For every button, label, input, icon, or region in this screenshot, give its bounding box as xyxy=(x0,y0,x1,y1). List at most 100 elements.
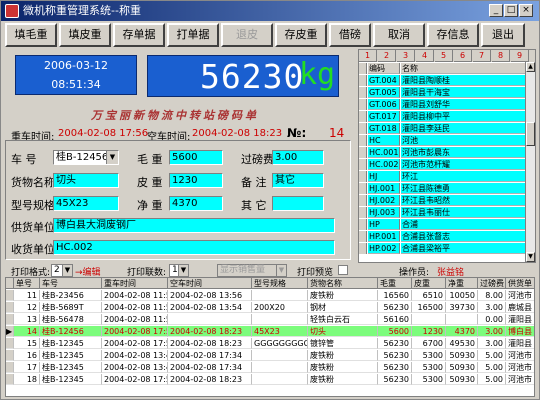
grid-scrollbar[interactable]: ▲ ▼ xyxy=(525,62,535,262)
weight-unit: kg xyxy=(299,57,336,92)
save-info-button[interactable]: 存信息 xyxy=(427,23,479,47)
cargo-field[interactable]: 切头 xyxy=(53,173,119,188)
grid-row[interactable]: GT.006 灌阳县刘舒华 xyxy=(359,99,525,110)
return-tare-button[interactable]: 退皮 xyxy=(221,23,273,47)
scroll-up-icon[interactable]: ▲ xyxy=(526,62,535,72)
table-header-cell[interactable]: 重车时间 xyxy=(102,278,168,289)
table-header-cell[interactable]: 单号 xyxy=(14,278,40,289)
printer-select[interactable]: 显示销售量 ▼ xyxy=(217,264,287,277)
grid-row[interactable]: HC.001 河池市彭晨东 xyxy=(359,147,525,158)
supplier-field[interactable]: 博白县大洞废钢厂 xyxy=(53,218,335,233)
save-tare-button[interactable]: 存皮重 xyxy=(275,23,327,47)
row-indicator xyxy=(359,207,367,218)
grid-row[interactable]: HC.002 河池市范杆耀 xyxy=(359,159,525,170)
close-button[interactable]: × xyxy=(519,4,533,17)
table-header-cell[interactable]: 皮重 xyxy=(412,278,446,289)
chevron-down-icon[interactable]: ▼ xyxy=(62,265,72,276)
print-preview-checkbox[interactable] xyxy=(338,265,348,275)
print-format-select[interactable]: 2 ▼ xyxy=(51,264,73,277)
table-row[interactable]: 15桂B-123452004-02-08 17:562004-02-08 18:… xyxy=(6,338,534,349)
grid-row[interactable]: HJ.002 环江县韦昭然 xyxy=(359,195,525,206)
table-header-cell[interactable]: 净重 xyxy=(446,278,478,289)
chevron-down-icon[interactable]: ▼ xyxy=(276,265,286,276)
print-copies-select[interactable]: 1 ▼ xyxy=(169,264,189,277)
table-cell xyxy=(252,290,308,301)
table-row[interactable]: 13桂B-564782004-02-08 11:54 轻铁白云石56160 0.00… xyxy=(6,314,534,325)
table-row[interactable]: 12桂B-5689T2004-02-08 11:562004-02-08 13:… xyxy=(6,302,534,313)
grid-cell-name: 环江 xyxy=(401,171,525,182)
table-cell: 50930 xyxy=(446,374,478,385)
table-cell: 桂B-12345 xyxy=(40,362,102,373)
grid-row[interactable]: GT.018 灌阳县李廷民 xyxy=(359,123,525,134)
table-cell: 5.00 xyxy=(478,362,506,373)
print-ticket-button[interactable]: 打单据 xyxy=(167,23,219,47)
table-cell: 5300 xyxy=(412,350,446,361)
grid-row[interactable]: HP.001 合浦县张督志 xyxy=(359,231,525,242)
gross-field[interactable]: 5600 xyxy=(169,150,223,165)
grid-cell-name: 灌阳县李廷民 xyxy=(401,123,525,134)
table-row[interactable]: 16桂B-123452004-02-08 13:452004-02-08 17:… xyxy=(6,350,534,361)
table-cell: 2004-02-08 13:54 xyxy=(168,302,252,313)
table-header-cell[interactable]: 空车时间 xyxy=(168,278,252,289)
table-cell: 河池市 xyxy=(506,374,534,385)
grid-row[interactable]: HJ 环江 xyxy=(359,171,525,182)
table-row[interactable]: 11桂B-234562004-02-08 11:552004-02-08 13:… xyxy=(6,290,534,301)
remark-field[interactable]: 其它 xyxy=(272,173,324,188)
table-cell: 3.00 xyxy=(478,338,506,349)
tare-field[interactable]: 1230 xyxy=(169,173,223,188)
grid-cell-name: 环江县韦丽仕 xyxy=(401,207,525,218)
other-field[interactable] xyxy=(272,196,324,211)
toolbar: 填毛重 填皮重 存单据 打单据 退皮 存皮重 借磅 取消 存信息 退出 xyxy=(5,23,535,47)
chevron-down-icon[interactable]: ▼ xyxy=(106,151,118,164)
grid-header-code[interactable]: 编码 xyxy=(368,63,400,74)
table-cell: 桂B-5689T xyxy=(40,302,102,313)
chevron-down-icon[interactable]: ▼ xyxy=(178,265,188,276)
table-cell: 5.00 xyxy=(478,374,506,385)
grid-row[interactable]: HJ.001 环江县陈德勇 xyxy=(359,183,525,194)
exit-button[interactable]: 退出 xyxy=(481,23,525,47)
cancel-button[interactable]: 取消 xyxy=(373,23,425,47)
table-header-cell[interactable]: 型号规格 xyxy=(252,278,308,289)
grid-row[interactable]: HP.002 合浦县梁裕平 xyxy=(359,243,525,254)
spec-field[interactable]: 45X23 xyxy=(53,196,119,211)
minimize-button[interactable]: _ xyxy=(489,4,503,17)
table-cell: 河池市 xyxy=(506,290,534,301)
fee-field[interactable]: 3.00 xyxy=(272,150,324,165)
plate-label: 车 号 xyxy=(11,153,37,166)
grid-row[interactable]: HJ.003 环江县韦丽仕 xyxy=(359,207,525,218)
table-header-cell[interactable]: 过磅费 xyxy=(478,278,506,289)
records-table: 单号 车号 重车时间 空车时间 型号规格 货物名称 毛重 皮重 净重 过磅费 供货单 11 桂B-234… xyxy=(5,277,535,397)
plate-select[interactable]: 桂B-12456 ▼ xyxy=(53,150,119,165)
grid-row[interactable]: GT.004 灌阳县陶顺桂 xyxy=(359,75,525,86)
borrow-scale-button[interactable]: 借磅 xyxy=(329,23,371,47)
save-ticket-button[interactable]: 存单据 xyxy=(113,23,165,47)
row-indicator xyxy=(359,243,367,254)
table-header-row: 单号 车号 重车时间 空车时间 型号规格 货物名称 毛重 皮重 净重 过磅费 供货单 xyxy=(6,278,534,289)
print-format-value: 2 xyxy=(54,265,60,275)
table-header-cell[interactable]: 车号 xyxy=(40,278,102,289)
table-cell: 5600 xyxy=(378,326,412,337)
table-header-cell[interactable]: 供货单 xyxy=(506,278,534,289)
table-header-cell[interactable]: 货物名称 xyxy=(308,278,378,289)
table-header-cell[interactable]: 毛重 xyxy=(378,278,412,289)
receiver-field[interactable]: HC.002 xyxy=(53,240,335,255)
grid-header-name[interactable]: 名称 xyxy=(401,63,525,74)
grid-row[interactable]: GT.017 灌阳县柳中平 xyxy=(359,111,525,122)
fill-gross-button[interactable]: 填毛重 xyxy=(5,23,57,47)
grid-row[interactable]: GT.005 灌阳县干海宝 xyxy=(359,87,525,98)
fill-tare-button[interactable]: 填皮重 xyxy=(59,23,111,47)
maximize-button[interactable]: □ xyxy=(504,4,518,17)
table-cell: 6700 xyxy=(412,338,446,349)
grid-row[interactable]: HC 河池 xyxy=(359,135,525,146)
grid-row[interactable]: HP 合浦 xyxy=(359,219,525,230)
table-row[interactable]: 18桂B-123452004-02-08 17:562004-02-08 18:… xyxy=(6,374,534,385)
grid-cell-name: 灌阳县柳中平 xyxy=(401,111,525,122)
table-row[interactable]: 17桂B-123452004-02-08 13:452004-02-08 17:… xyxy=(6,362,534,373)
table-cell: 2004-02-08 17:56 xyxy=(102,374,168,385)
scroll-down-icon[interactable]: ▼ xyxy=(526,252,535,262)
datetime-display: 2006-03-12 08:51:34 xyxy=(15,55,137,95)
scroll-thumb[interactable] xyxy=(526,122,535,146)
table-row[interactable]: ▶14桂B-124562004-02-08 17:562004-02-08 18… xyxy=(6,326,534,337)
net-field[interactable]: 4370 xyxy=(169,196,223,211)
table-cell: 56230 xyxy=(378,350,412,361)
